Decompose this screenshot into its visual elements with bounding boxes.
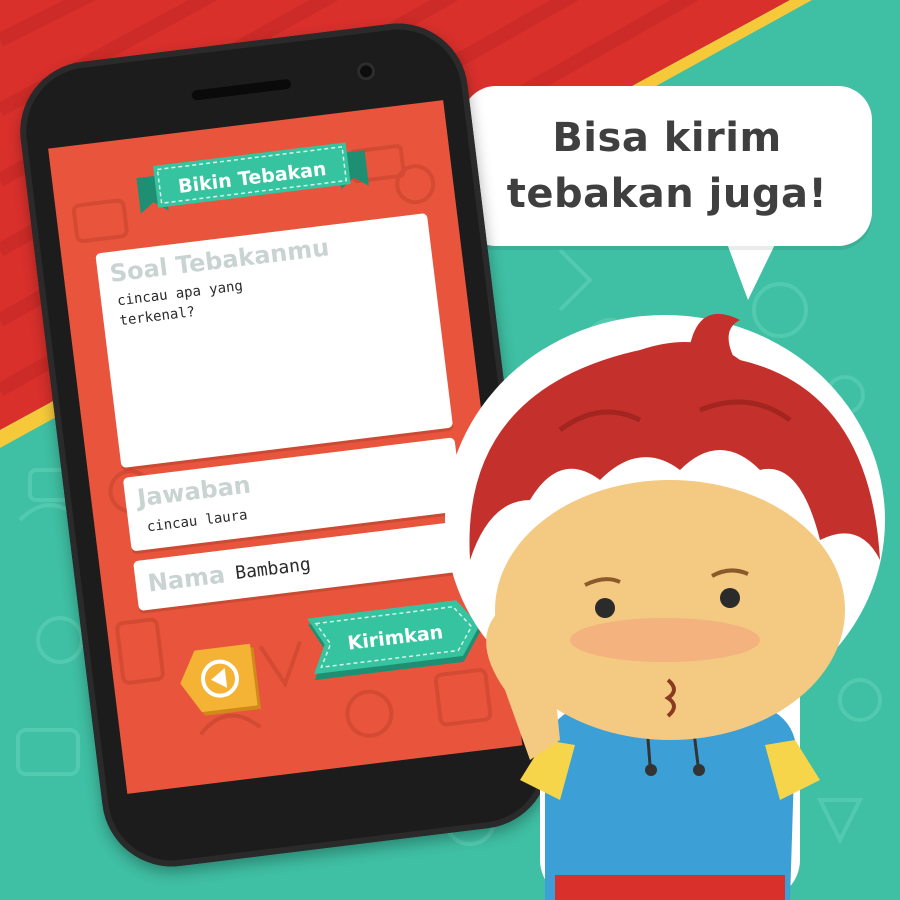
back-button[interactable] (170, 639, 262, 719)
boy-character-illustration (445, 313, 885, 900)
speech-bubble-text: Bisa kirim tebakan juga! (506, 115, 828, 217)
speech-bubble: Bisa kirim tebakan juga! (462, 86, 872, 246)
left-arrow-icon (180, 643, 261, 716)
name-field-label: Nama (146, 560, 227, 598)
name-field-value: Bambang (234, 553, 312, 584)
answer-field-label: Jawaban (135, 470, 253, 513)
answer-field-value: cincau laura (146, 507, 249, 536)
question-field[interactable]: Soal Tebakanmu cincau apa yang terkenal? (95, 212, 454, 469)
